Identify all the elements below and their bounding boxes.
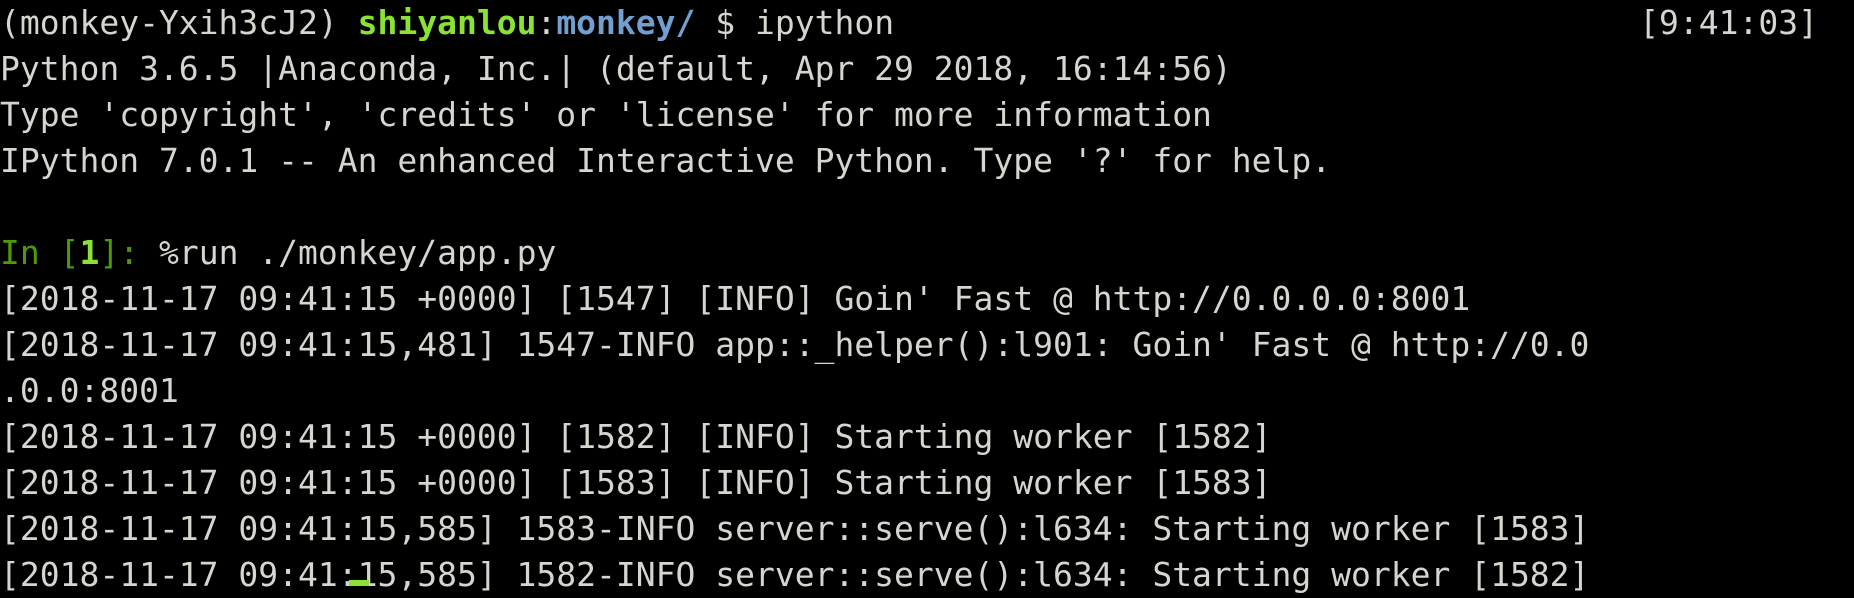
shell-prompt-line: (monkey-Yxih3cJ2) shiyanlou:monkey/ $ ip… xyxy=(0,0,1854,46)
log-line: [2018-11-17 09:41:15,481] 1547-INFO app:… xyxy=(0,325,1590,364)
in-prompt-open: In [ xyxy=(0,233,80,272)
log-line: [2018-11-17 09:41:15 +0000] [1583] [INFO… xyxy=(0,463,1272,502)
prompt-path: monkey/ xyxy=(556,3,696,42)
log-line: [2018-11-17 09:41:15 +0000] [1582] [INFO… xyxy=(0,417,1272,456)
banner-line: Type 'copyright', 'credits' or 'license'… xyxy=(0,95,1212,134)
banner-line: Python 3.6.5 |Anaconda, Inc.| (default, … xyxy=(0,49,1232,88)
terminal-window[interactable]: (monkey-Yxih3cJ2) shiyanlou:monkey/ $ ip… xyxy=(0,0,1854,594)
in-prompt-number: 1 xyxy=(79,233,100,272)
log-line: [2018-11-17 09:41:15,585] 1582-INFO serv… xyxy=(0,555,1590,594)
input-command: %run ./monkey/app.py xyxy=(158,233,557,272)
log-line: [2018-11-17 09:41:15,585] 1583-INFO serv… xyxy=(0,509,1590,548)
in-prompt-close: ]: xyxy=(99,233,159,272)
prompt-separator: : xyxy=(536,3,557,42)
virtualenv-label: (monkey-Yxih3cJ2) xyxy=(0,3,358,42)
prompt-username: shiyanlou xyxy=(357,3,537,42)
banner-line: IPython 7.0.1 -- An enhanced Interactive… xyxy=(0,141,1332,180)
prompt-timestamp: [9:41:03] xyxy=(1639,3,1818,42)
prompt-command: $ ipython xyxy=(695,3,895,42)
ipython-input-line: In [1]: %run ./monkey/app.py xyxy=(0,230,1854,276)
text-cursor xyxy=(349,580,369,586)
log-line: [2018-11-17 09:41:15 +0000] [1547] [INFO… xyxy=(0,279,1471,318)
log-line: .0.0:8001 xyxy=(0,371,179,410)
